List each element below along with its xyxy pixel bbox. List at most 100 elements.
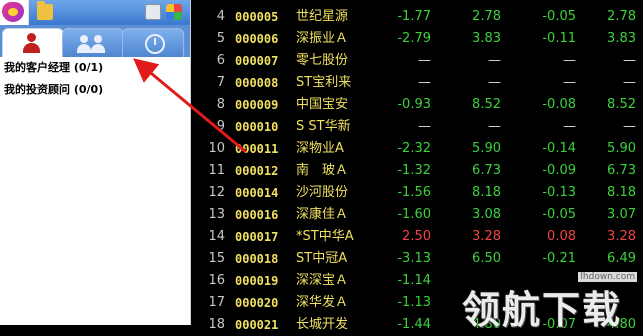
stock-name: *ST中华A <box>296 229 354 244</box>
panel-toolbar <box>0 0 190 25</box>
stock-name: 深华发Ａ <box>296 295 349 310</box>
table-row[interactable]: 11 000012 南 玻Ａ -1.32 6.73 -0.09 6.73 <box>191 160 643 182</box>
current-price: 6.73 <box>472 163 501 178</box>
bid-price: 3.07 <box>607 207 636 222</box>
table-row[interactable]: 17 000020 深华发Ａ -1.13 <box>191 292 643 314</box>
stock-code: 000009 <box>235 98 279 112</box>
change-percent: — <box>418 119 431 134</box>
current-price: 3.83 <box>472 31 501 46</box>
current-price: 6.50 <box>472 251 501 266</box>
row-index: 12 <box>208 185 225 200</box>
stock-name: 零七股份 <box>296 53 349 68</box>
palette-icon[interactable] <box>166 4 182 20</box>
bid-price: — <box>623 53 636 68</box>
stock-name: 深康佳Ａ <box>296 207 349 222</box>
change-amount: -0.08 <box>542 97 576 112</box>
stock-code: 000011 <box>235 142 279 156</box>
change-amount: -0.07 <box>542 317 576 332</box>
row-index: 8 <box>216 97 225 112</box>
folder-icon[interactable] <box>37 1 53 20</box>
change-amount: -0.05 <box>542 9 576 24</box>
stock-code: 000010 <box>235 120 279 134</box>
current-price: 8.18 <box>472 185 501 200</box>
table-row[interactable]: 12 000014 沙河股份 -1.56 8.18 -0.13 8.18 <box>191 182 643 204</box>
stock-name: 长城开发 <box>296 317 349 332</box>
list-item-client-manager[interactable]: 我的客户经理 (0/1) <box>0 57 190 79</box>
change-amount: — <box>563 119 576 134</box>
current-price: — <box>488 53 501 68</box>
stock-name: 南 玻Ａ <box>296 163 349 178</box>
bid-price: — <box>623 119 636 134</box>
panel-tabs <box>0 25 190 57</box>
stock-code: 000012 <box>235 164 279 178</box>
chat-icon[interactable] <box>145 4 161 20</box>
change-amount: -0.13 <box>542 185 576 200</box>
table-row[interactable]: 10 000011 深物业A -2.32 5.90 -0.14 5.90 <box>191 138 643 160</box>
bid-price: 2.78 <box>607 9 636 24</box>
change-amount: -0.09 <box>542 163 576 178</box>
bid-price: 8.52 <box>607 97 636 112</box>
table-row[interactable]: 18 000021 长城开发 -1.44 4.80 -0.07 4.80 <box>191 314 643 336</box>
row-index: 11 <box>208 163 225 178</box>
current-price: 8.52 <box>472 97 501 112</box>
change-percent: -1.32 <box>397 163 431 178</box>
table-row[interactable]: 9 000010 S ST华新 — — — — <box>191 116 643 138</box>
change-percent: -1.60 <box>397 207 431 222</box>
table-row[interactable]: 15 000018 ST中冠A -3.13 6.50 -0.21 6.49 <box>191 248 643 270</box>
table-row[interactable]: 14 000017 *ST中华A 2.50 3.28 0.08 3.28 <box>191 226 643 248</box>
change-amount: -0.11 <box>542 31 576 46</box>
row-index: 4 <box>216 9 225 24</box>
clock-icon <box>145 34 165 54</box>
stock-code: 000017 <box>235 230 279 244</box>
stock-name: ST宝利来 <box>296 75 352 90</box>
change-percent: -1.56 <box>397 185 431 200</box>
stock-code: 000006 <box>235 32 279 46</box>
stock-code: 000019 <box>235 274 279 288</box>
bid-price: 4.80 <box>607 317 636 332</box>
table-row[interactable]: 4 000005 世纪星源 -1.77 2.78 -0.05 2.78 <box>191 6 643 28</box>
table-row[interactable]: 7 000008 ST宝利来 — — — — <box>191 72 643 94</box>
current-price: 5.90 <box>472 141 501 156</box>
row-index: 10 <box>208 141 225 156</box>
stock-name: 深深宝Ａ <box>296 273 349 288</box>
stock-name: 中国宝安 <box>296 97 349 112</box>
stock-name: 沙河股份 <box>296 185 349 200</box>
stock-code: 000014 <box>235 186 279 200</box>
change-percent: -1.13 <box>397 295 431 310</box>
list-item-investment-advisor[interactable]: 我的投资顾问 (0/0) <box>0 79 190 101</box>
bid-price: 6.73 <box>607 163 636 178</box>
bid-price: 8.18 <box>607 185 636 200</box>
app-logo <box>0 0 29 25</box>
change-percent: — <box>418 53 431 68</box>
stock-code: 000018 <box>235 252 279 266</box>
table-row[interactable]: 6 000007 零七股份 — — — — <box>191 50 643 72</box>
row-index: 9 <box>216 119 225 134</box>
stock-code: 000005 <box>235 10 279 24</box>
logo-icon <box>2 2 24 22</box>
stock-name: S ST华新 <box>296 119 351 134</box>
tab-group[interactable] <box>62 28 124 57</box>
row-index: 14 <box>208 229 225 244</box>
table-row[interactable]: 16 000019 深深宝Ａ -1.14 <box>191 270 643 292</box>
row-index: 6 <box>216 53 225 68</box>
client-panel: 我的客户经理 (0/1) 我的投资顾问 (0/0) <box>0 0 191 325</box>
current-price: 3.28 <box>472 229 501 244</box>
current-price: — <box>488 75 501 90</box>
current-price: — <box>488 119 501 134</box>
change-percent: 2.50 <box>402 229 431 244</box>
stock-quote-table: 4 000005 世纪星源 -1.77 2.78 -0.05 2.78 5 000006 深振业Ａ… <box>191 0 643 332</box>
table-row[interactable]: 8 000009 中国宝安 -0.93 8.52 -0.08 8.52 <box>191 94 643 116</box>
change-percent: -1.14 <box>397 273 431 288</box>
stock-code: 000020 <box>235 296 279 310</box>
tab-my-advisor[interactable] <box>2 28 64 57</box>
row-index: 13 <box>208 207 225 222</box>
row-index: 15 <box>208 251 225 266</box>
change-amount: -0.05 <box>542 207 576 222</box>
tab-history[interactable] <box>122 28 184 57</box>
row-index: 16 <box>208 273 225 288</box>
change-amount: — <box>563 75 576 90</box>
change-amount: -0.14 <box>542 141 576 156</box>
table-row[interactable]: 5 000006 深振业Ａ -2.79 3.83 -0.11 3.83 <box>191 28 643 50</box>
table-row[interactable]: 13 000016 深康佳Ａ -1.60 3.08 -0.05 3.07 <box>191 204 643 226</box>
change-percent: -3.13 <box>397 251 431 266</box>
